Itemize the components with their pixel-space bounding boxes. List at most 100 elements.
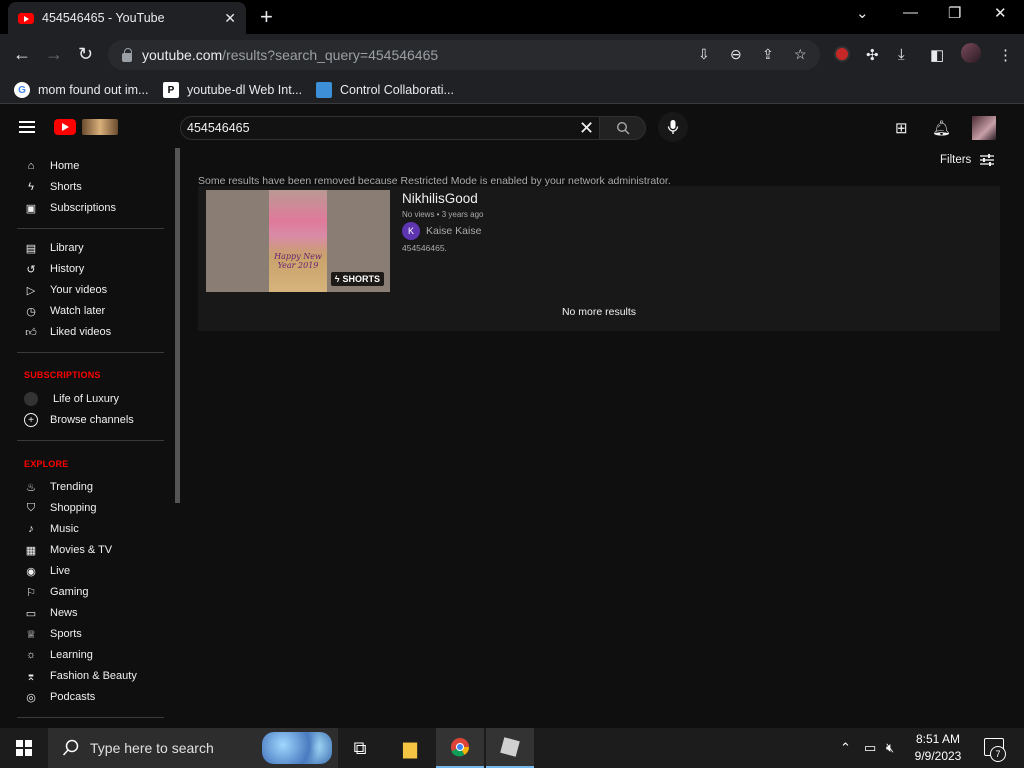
video-title[interactable]: NikhilisGood bbox=[402, 191, 478, 206]
download-icon[interactable]: ⤓ bbox=[898, 46, 905, 63]
sidebar-item-browse-channels[interactable]: + Browse channels bbox=[24, 410, 164, 430]
sidebar-item-live[interactable]: ◉ Live bbox=[24, 561, 164, 581]
volume-muted-icon[interactable]: 🔇︎ bbox=[886, 740, 894, 756]
lock-icon bbox=[122, 47, 132, 62]
sidebar-item-label: Watch later bbox=[50, 305, 106, 317]
sidebar-divider bbox=[17, 440, 164, 441]
sidebar-item-learning[interactable]: ☼ Learning bbox=[24, 645, 164, 665]
task-view-icon[interactable]: ⧉ bbox=[336, 728, 384, 768]
tab-title: 454546465 - YouTube bbox=[42, 11, 165, 25]
sidebar-item-gaming[interactable]: ⚐ Gaming bbox=[24, 582, 164, 602]
sidebar-item-your-videos[interactable]: ▷ Your videos bbox=[24, 280, 164, 300]
windows-start-icon[interactable] bbox=[16, 740, 32, 756]
home-icon: ⌂ bbox=[27, 160, 35, 172]
clock-icon: ◷ bbox=[26, 305, 36, 318]
taskbar-search-placeholder: Type here to search bbox=[90, 740, 214, 756]
search-input[interactable]: 454546465 ✕ bbox=[180, 116, 600, 140]
clapperboard-icon: ▦ bbox=[25, 544, 37, 557]
sidebar-item-shorts[interactable]: ϟ Shorts bbox=[24, 177, 164, 197]
clock-date: 9/9/2023 bbox=[914, 749, 962, 763]
thumbnail-text: Happy New Year 2019 bbox=[274, 252, 322, 270]
bookmark-item[interactable]: Control Collaborati... bbox=[316, 82, 454, 98]
channel-link[interactable]: K Kaise Kaise bbox=[402, 222, 481, 240]
voice-search-button[interactable] bbox=[658, 112, 688, 142]
show-hidden-icons-icon[interactable]: ⌃ bbox=[840, 740, 851, 756]
shorts-badge: ϟ SHORTS bbox=[330, 272, 384, 286]
bookmark-label: Control Collaborati... bbox=[340, 83, 454, 97]
sidebar-item-label: Shorts bbox=[50, 181, 82, 193]
minimize-icon[interactable]: — bbox=[903, 4, 918, 21]
chrome-taskbar-icon[interactable] bbox=[436, 728, 484, 768]
forward-icon[interactable]: → bbox=[45, 44, 63, 65]
sidebar-item-fashion-beauty[interactable]: ⌆ Fashion & Beauty bbox=[24, 666, 164, 686]
microphone-icon bbox=[667, 120, 679, 134]
system-clock[interactable]: 8:51 AM 9/9/2023 bbox=[908, 731, 968, 765]
sidebar-item-podcasts[interactable]: ◎ Podcasts bbox=[24, 687, 164, 707]
sidebar-item-movies-tv[interactable]: ▦ Movies & TV bbox=[24, 540, 164, 560]
shorts-icon: ϟ bbox=[28, 181, 34, 193]
sidebar-item-watch-later[interactable]: ◷ Watch later bbox=[24, 301, 164, 321]
sidebar-item-label: Home bbox=[50, 160, 80, 172]
sidebar-item-music[interactable]: ♪ Music bbox=[24, 519, 164, 539]
browser-tab[interactable]: 454546465 - YouTube ✕ bbox=[8, 2, 246, 34]
video-thumbnail[interactable]: Happy New Year 2019 ϟ SHORTS bbox=[206, 190, 390, 292]
hamburger-menu-icon[interactable] bbox=[19, 121, 35, 133]
browser-profile-avatar[interactable] bbox=[961, 43, 981, 63]
menu-kebab-icon[interactable]: ⋮ bbox=[998, 46, 1013, 64]
sidebar-item-news[interactable]: ▭ News bbox=[24, 603, 164, 623]
explore-heading: EXPLORE bbox=[24, 459, 69, 469]
sidebar-item-life-of-luxury[interactable]: Life of Luxury bbox=[24, 389, 164, 409]
your-videos-icon: ▷ bbox=[26, 284, 36, 297]
roblox-taskbar-icon[interactable] bbox=[486, 728, 534, 768]
youtube-doodle[interactable] bbox=[82, 119, 118, 135]
extensions-puzzle-icon[interactable]: ✣ bbox=[866, 46, 879, 64]
tab-close-icon[interactable]: ✕ bbox=[224, 10, 236, 27]
filters-label: Filters bbox=[940, 154, 972, 166]
youtube-logo[interactable] bbox=[54, 119, 76, 135]
share-icon[interactable]: ⇪ bbox=[762, 46, 774, 63]
clear-search-icon[interactable]: ✕ bbox=[579, 118, 594, 139]
address-bar[interactable]: youtube.com/results?search_query=4545464… bbox=[108, 40, 820, 70]
sidebar-item-label: Live bbox=[50, 565, 71, 577]
extension-icon[interactable] bbox=[834, 46, 850, 62]
close-window-icon[interactable]: ✕ bbox=[994, 4, 1007, 22]
news-icon: ▭ bbox=[25, 607, 37, 620]
search-button[interactable] bbox=[600, 116, 646, 140]
new-tab-icon[interactable]: + bbox=[260, 4, 273, 30]
sidebar-item-subscriptions[interactable]: ▣ Subscriptions bbox=[24, 198, 164, 218]
sidebar-item-history[interactable]: ↺ History bbox=[24, 259, 164, 279]
sidebar-item-liked-videos[interactable]: 👍︎ Liked videos bbox=[24, 322, 164, 342]
monitor-icon bbox=[316, 82, 332, 98]
file-explorer-icon[interactable]: ▆ bbox=[386, 728, 434, 768]
sidebar-item-shopping[interactable]: ⛉ Shopping bbox=[24, 498, 164, 518]
google-icon: G bbox=[14, 82, 30, 98]
network-icon[interactable]: ▭ bbox=[864, 740, 876, 756]
create-video-icon[interactable]: ⊞ bbox=[895, 119, 908, 137]
sidebar-scrollbar[interactable] bbox=[175, 148, 180, 503]
tab-search-chevron-icon[interactable]: ⌄ bbox=[856, 4, 869, 22]
bookmark-star-icon[interactable]: ☆ bbox=[794, 46, 807, 63]
clock-time: 8:51 AM bbox=[915, 732, 961, 746]
sidebar-item-label: Life of Luxury bbox=[53, 393, 120, 405]
sidebar-item-trending[interactable]: ♨ Trending bbox=[24, 477, 164, 497]
back-icon[interactable]: ← bbox=[13, 44, 31, 65]
bookmark-item[interactable]: P youtube-dl Web Int... bbox=[163, 82, 302, 98]
trending-icon: ♨ bbox=[26, 481, 36, 494]
url-host: youtube.com bbox=[142, 47, 223, 63]
notifications-bell-icon[interactable]: 🔔︎ bbox=[932, 119, 951, 137]
side-panel-icon[interactable]: ◧ bbox=[930, 46, 944, 64]
reload-icon[interactable]: ↻ bbox=[78, 44, 93, 65]
search-icon bbox=[62, 739, 79, 756]
no-more-results: No more results bbox=[561, 306, 637, 318]
bookmark-item[interactable]: G mom found out im... bbox=[14, 82, 148, 98]
sidebar-item-label: Fashion & Beauty bbox=[50, 670, 137, 682]
sidebar-item-sports[interactable]: ♕ Sports bbox=[24, 624, 164, 644]
avatar[interactable] bbox=[972, 116, 996, 140]
install-icon[interactable]: ⇩ bbox=[698, 46, 710, 63]
sidebar-item-home[interactable]: ⌂ Home bbox=[24, 156, 164, 176]
zoom-icon[interactable]: ⊖ bbox=[730, 46, 742, 63]
sliders-icon bbox=[980, 154, 995, 166]
sidebar-item-library[interactable]: ▤ Library bbox=[24, 238, 164, 258]
restore-icon[interactable]: ❐ bbox=[948, 4, 961, 22]
filters-button[interactable]: Filters bbox=[940, 153, 995, 167]
